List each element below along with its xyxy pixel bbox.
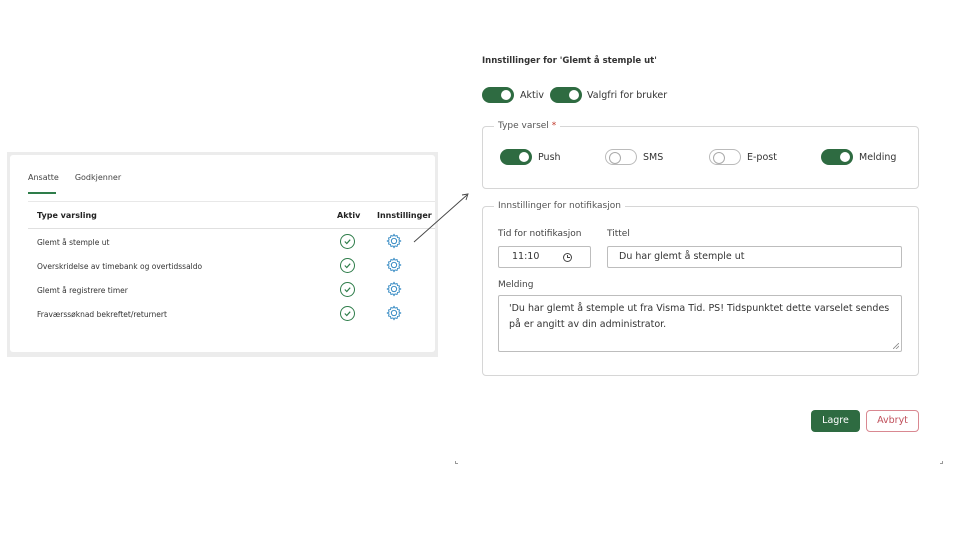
- panel-corner-mark: [940, 461, 943, 464]
- row-label: Overskridelse av timebank og overtidssal…: [37, 262, 203, 271]
- table-row: Glemt å registrere timer: [28, 279, 435, 303]
- tab-ansatte[interactable]: Ansatte: [28, 173, 59, 194]
- time-value: 11:10: [512, 251, 540, 262]
- notification-settings-legend: Innstillinger for notifikasjon: [494, 201, 625, 211]
- settings-title: Innstillinger for 'Glemt å stemple ut': [482, 56, 657, 66]
- toggle-valgfri-label: Valgfri for bruker: [587, 90, 668, 101]
- toggle-push[interactable]: [500, 149, 532, 165]
- message-label: Melding: [498, 280, 534, 290]
- table-row: Glemt å stemple ut: [28, 231, 435, 255]
- toggle-epost[interactable]: [709, 149, 741, 165]
- title-label: Tittel: [607, 229, 630, 239]
- row-label: Glemt å registrere timer: [37, 286, 128, 295]
- check-circle-icon: [340, 282, 355, 297]
- panel-corner-mark: [455, 461, 458, 464]
- table-row: Fraværssøknad bekreftet/returnert: [28, 303, 435, 327]
- save-button[interactable]: Lagre: [811, 410, 860, 432]
- toggle-sms[interactable]: [605, 149, 637, 165]
- gear-icon[interactable]: [386, 257, 402, 273]
- table-header: Type varsling Aktiv Innstillinger: [28, 210, 435, 228]
- column-header-type: Type varsling: [37, 211, 97, 220]
- toggle-aktiv[interactable]: [482, 87, 514, 103]
- toggle-aktiv-label: Aktiv: [520, 90, 544, 101]
- message-value: 'Du har glemt å stemple ut fra Visma Tid…: [509, 303, 890, 330]
- check-circle-icon: [340, 258, 355, 273]
- check-circle-icon: [340, 234, 355, 249]
- tab-godkjenner[interactable]: Godkjenner: [75, 173, 121, 194]
- row-label: Glemt å stemple ut: [37, 238, 110, 247]
- tab-divider: [28, 201, 435, 202]
- row-label: Fraværssøknad bekreftet/returnert: [37, 310, 167, 319]
- title-input[interactable]: Du har glemt å stemple ut: [607, 246, 902, 268]
- column-header-active: Aktiv: [337, 211, 361, 220]
- notification-list-panel: Ansatte Godkjenner Type varsling Aktiv I…: [10, 155, 435, 352]
- toggle-valgfri[interactable]: [550, 87, 582, 103]
- check-circle-icon: [340, 306, 355, 321]
- toggle-push-label: Push: [538, 152, 561, 163]
- header-divider: [28, 228, 435, 229]
- toggle-melding-label: Melding: [859, 152, 897, 163]
- tab-bar: Ansatte Godkjenner: [28, 173, 121, 194]
- resize-handle-icon[interactable]: [893, 343, 899, 349]
- message-textarea[interactable]: 'Du har glemt å stemple ut fra Visma Tid…: [498, 295, 902, 352]
- table-row: Overskridelse av timebank og overtidssal…: [28, 255, 435, 279]
- title-value: Du har glemt å stemple ut: [619, 251, 745, 262]
- gear-icon[interactable]: [386, 305, 402, 321]
- clock-icon[interactable]: [563, 253, 572, 262]
- time-input[interactable]: 11:10: [498, 246, 591, 268]
- cancel-button[interactable]: Avbryt: [866, 410, 919, 432]
- gear-icon[interactable]: [386, 281, 402, 297]
- toggle-epost-label: E-post: [747, 152, 777, 163]
- gear-icon[interactable]: [386, 233, 402, 249]
- time-label: Tid for notifikasjon: [498, 229, 582, 239]
- type-varsel-legend: Type varsel *: [494, 121, 561, 131]
- connector-arrow-icon: [413, 193, 469, 243]
- toggle-sms-label: SMS: [643, 152, 664, 163]
- toggle-melding[interactable]: [821, 149, 853, 165]
